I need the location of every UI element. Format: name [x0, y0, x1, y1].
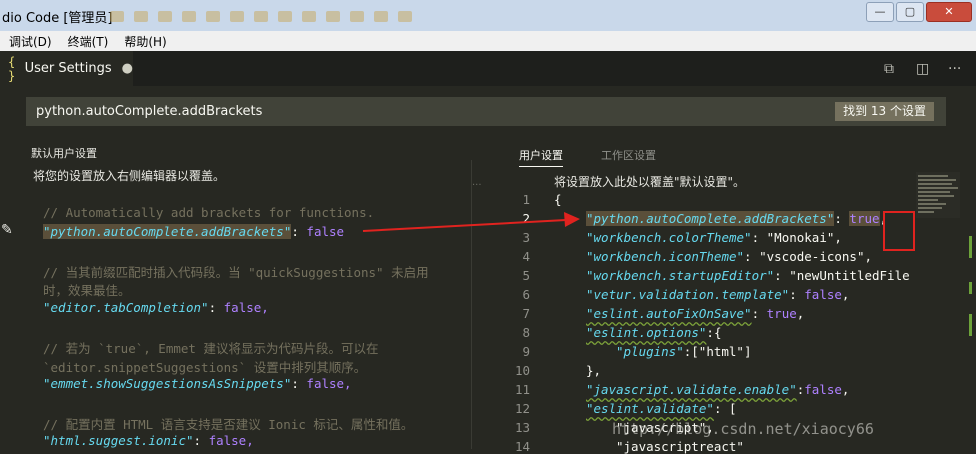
annotation-arrow	[362, 212, 580, 232]
annotation-arrow-line	[362, 219, 567, 232]
watermark: http://blog.csdn.net/xiaocy66	[612, 420, 874, 438]
annotation-arrow-head	[564, 212, 580, 227]
annotation-highlight-box	[883, 211, 915, 251]
